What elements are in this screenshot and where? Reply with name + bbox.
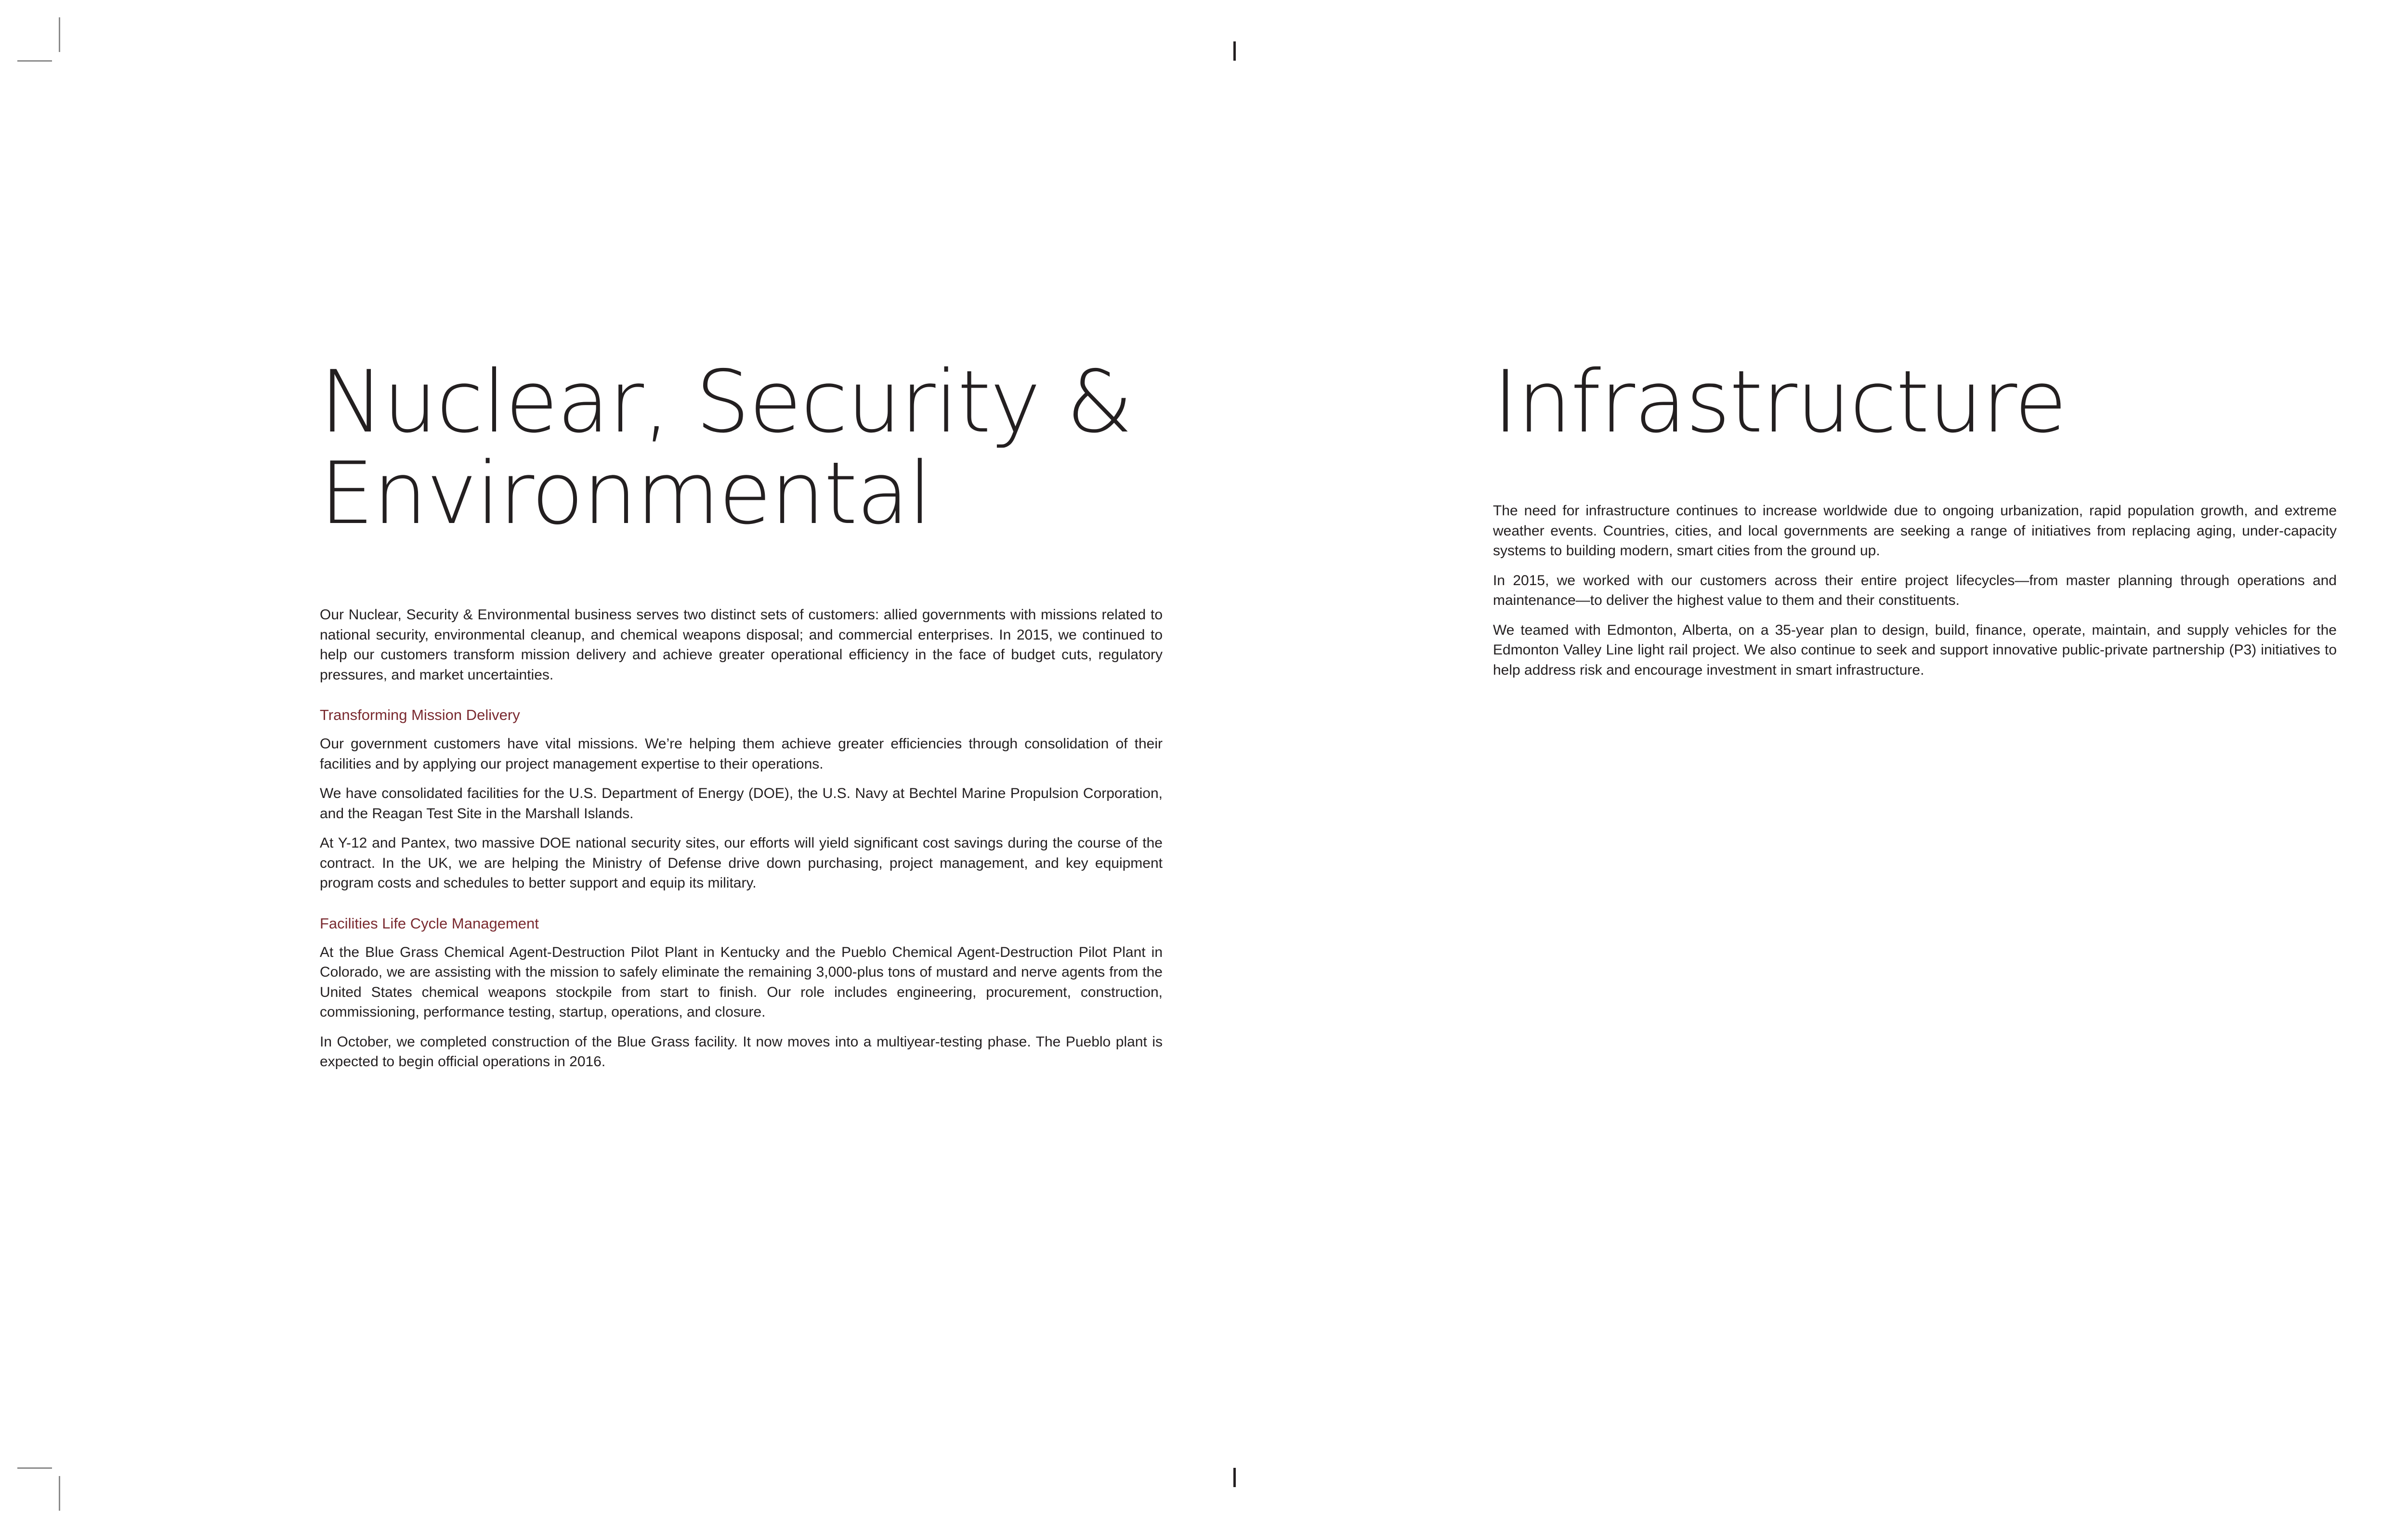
- body-paragraph: The need for infrastructure continues to…: [1493, 503, 2337, 559]
- fold-mark-top: [1233, 41, 1236, 61]
- section-transforming-mission-delivery: Transforming Mission Delivery Our govern…: [320, 705, 1163, 893]
- left-body: Our Nuclear, Security & Environmental bu…: [320, 605, 1163, 1072]
- crop-mark: [17, 1467, 52, 1469]
- intro-paragraph: Our Nuclear, Security & Environmental bu…: [320, 607, 1163, 683]
- body-paragraph: In October, we completed construction of…: [320, 1033, 1163, 1070]
- left-page: Nuclear, Security & Environmental Our Nu…: [320, 356, 1163, 1082]
- crop-mark: [17, 60, 52, 62]
- crop-mark: [59, 17, 60, 52]
- page-title-infrastructure: Infrastructure: [1493, 352, 2067, 452]
- body-paragraph: We teamed with Edmonton, Alberta, on a 3…: [1493, 622, 2337, 678]
- body-paragraph: In 2015, we worked with our customers ac…: [1493, 572, 2337, 609]
- section-subheading: Transforming Mission Delivery: [320, 706, 520, 723]
- body-paragraph: Our government customers have vital miss…: [320, 736, 1163, 772]
- body-paragraph: At the Blue Grass Chemical Agent-Destruc…: [320, 944, 1163, 1020]
- body-paragraph: At Y-12 and Pantex, two massive DOE nati…: [320, 835, 1163, 891]
- right-body: The need for infrastructure continues to…: [1493, 501, 2337, 680]
- page-title-nuclear-security-environmental: Nuclear, Security & Environmental: [320, 352, 1133, 543]
- crop-mark: [59, 1476, 60, 1511]
- body-paragraph: We have consolidated facilities for the …: [320, 785, 1163, 822]
- section-subheading: Facilities Life Cycle Management: [320, 915, 539, 932]
- section-facilities-life-cycle-management: Facilities Life Cycle Management At the …: [320, 914, 1163, 1072]
- fold-mark-bottom: [1233, 1468, 1236, 1487]
- right-page: Infrastructure The need for infrastructu…: [1493, 356, 2337, 690]
